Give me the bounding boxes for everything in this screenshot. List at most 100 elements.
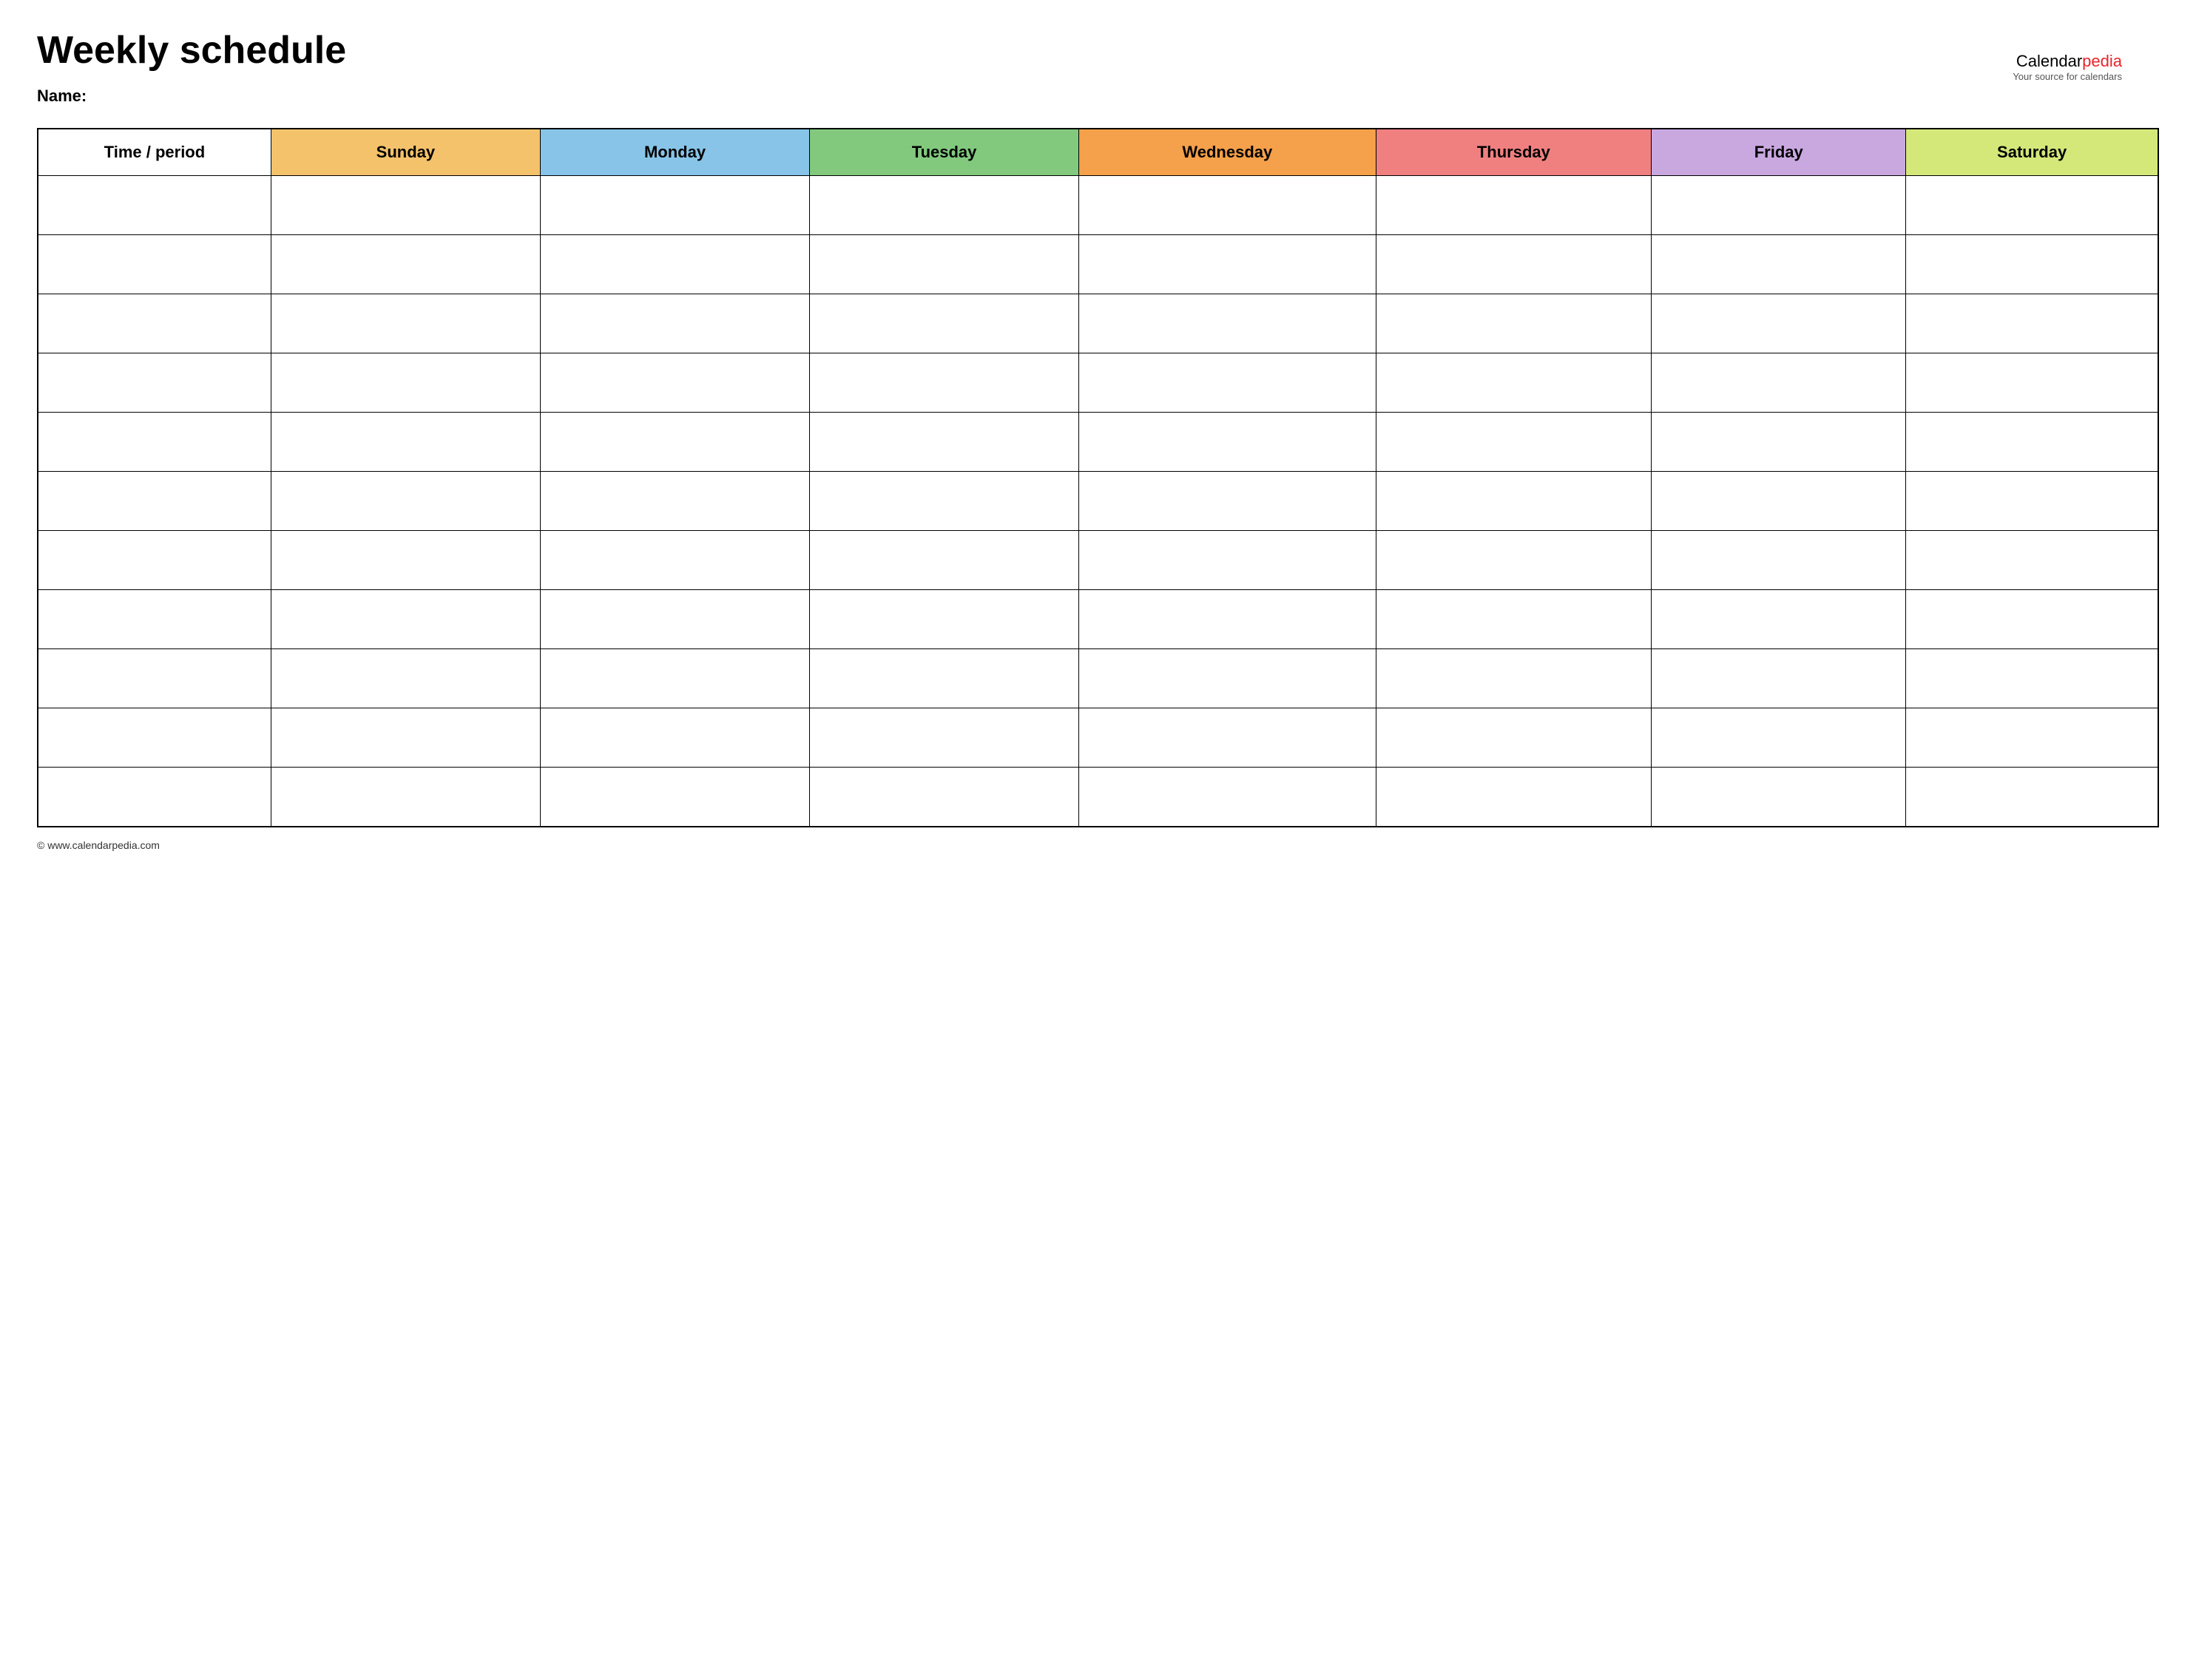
table-cell[interactable] (540, 353, 809, 413)
table-cell[interactable] (38, 294, 271, 353)
table-cell[interactable] (271, 472, 540, 531)
name-label: Name: (37, 87, 2159, 106)
table-cell[interactable] (38, 590, 271, 649)
table-cell[interactable] (540, 708, 809, 768)
table-cell[interactable] (810, 176, 1079, 235)
table-cell[interactable] (1906, 176, 2158, 235)
table-cell[interactable] (1652, 472, 1906, 531)
table-cell[interactable] (1906, 353, 2158, 413)
table-row (38, 590, 2158, 649)
table-cell[interactable] (540, 294, 809, 353)
table-cell[interactable] (1079, 531, 1376, 590)
table-cell[interactable] (38, 649, 271, 708)
table-cell[interactable] (1906, 235, 2158, 294)
table-cell[interactable] (810, 235, 1079, 294)
table-cell[interactable] (540, 472, 809, 531)
header-wednesday: Wednesday (1079, 129, 1376, 176)
table-cell[interactable] (1376, 353, 1652, 413)
footer-text: © www.calendarpedia.com (37, 839, 160, 851)
table-cell[interactable] (1079, 413, 1376, 472)
table-cell[interactable] (1376, 294, 1652, 353)
table-cell[interactable] (1376, 235, 1652, 294)
table-cell[interactable] (1652, 768, 1906, 827)
table-cell[interactable] (1079, 590, 1376, 649)
table-cell[interactable] (271, 176, 540, 235)
table-cell[interactable] (1079, 768, 1376, 827)
table-cell[interactable] (271, 294, 540, 353)
table-cell[interactable] (810, 353, 1079, 413)
table-cell[interactable] (1906, 768, 2158, 827)
table-cell[interactable] (1376, 768, 1652, 827)
table-cell[interactable] (1906, 649, 2158, 708)
table-cell[interactable] (1652, 294, 1906, 353)
table-cell[interactable] (1652, 649, 1906, 708)
header-thursday: Thursday (1376, 129, 1652, 176)
table-cell[interactable] (38, 413, 271, 472)
table-cell[interactable] (1376, 472, 1652, 531)
header-friday: Friday (1652, 129, 1906, 176)
table-cell[interactable] (810, 649, 1079, 708)
table-cell[interactable] (1079, 649, 1376, 708)
table-cell[interactable] (540, 768, 809, 827)
header-tuesday: Tuesday (810, 129, 1079, 176)
table-cell[interactable] (38, 708, 271, 768)
table-cell[interactable] (38, 472, 271, 531)
table-cell[interactable] (810, 708, 1079, 768)
table-cell[interactable] (1906, 708, 2158, 768)
table-cell[interactable] (38, 768, 271, 827)
table-cell[interactable] (1906, 294, 2158, 353)
table-cell[interactable] (810, 294, 1079, 353)
table-cell[interactable] (540, 649, 809, 708)
table-cell[interactable] (540, 413, 809, 472)
table-cell[interactable] (1906, 472, 2158, 531)
table-cell[interactable] (271, 413, 540, 472)
table-cell[interactable] (1376, 649, 1652, 708)
table-row (38, 649, 2158, 708)
table-cell[interactable] (1652, 413, 1906, 472)
header-saturday: Saturday (1906, 129, 2158, 176)
table-cell[interactable] (271, 768, 540, 827)
table-cell[interactable] (1376, 708, 1652, 768)
table-cell[interactable] (1652, 590, 1906, 649)
table-cell[interactable] (810, 590, 1079, 649)
table-cell[interactable] (810, 413, 1079, 472)
table-cell[interactable] (1079, 708, 1376, 768)
table-cell[interactable] (540, 590, 809, 649)
table-cell[interactable] (271, 649, 540, 708)
table-cell[interactable] (1079, 472, 1376, 531)
table-cell[interactable] (1079, 353, 1376, 413)
table-cell[interactable] (38, 353, 271, 413)
table-cell[interactable] (1652, 531, 1906, 590)
table-cell[interactable] (1652, 708, 1906, 768)
table-cell[interactable] (271, 353, 540, 413)
table-cell[interactable] (271, 590, 540, 649)
table-cell[interactable] (38, 235, 271, 294)
table-cell[interactable] (1906, 531, 2158, 590)
table-cell[interactable] (38, 176, 271, 235)
table-cell[interactable] (1376, 531, 1652, 590)
table-cell[interactable] (540, 176, 809, 235)
table-cell[interactable] (271, 708, 540, 768)
table-cell[interactable] (271, 235, 540, 294)
table-cell[interactable] (1079, 235, 1376, 294)
table-cell[interactable] (1376, 590, 1652, 649)
table-cell[interactable] (1652, 353, 1906, 413)
table-cell[interactable] (1376, 413, 1652, 472)
table-cell[interactable] (38, 531, 271, 590)
table-cell[interactable] (810, 768, 1079, 827)
table-cell[interactable] (1652, 176, 1906, 235)
table-row (38, 531, 2158, 590)
schedule-table: Time / period Sunday Monday Tuesday Wedn… (37, 128, 2159, 827)
table-cell[interactable] (1376, 176, 1652, 235)
table-cell[interactable] (1079, 176, 1376, 235)
table-cell[interactable] (1079, 294, 1376, 353)
table-cell[interactable] (1906, 590, 2158, 649)
table-cell[interactable] (1906, 413, 2158, 472)
table-cell[interactable] (271, 531, 540, 590)
header-monday: Monday (540, 129, 809, 176)
table-cell[interactable] (1652, 235, 1906, 294)
table-cell[interactable] (810, 472, 1079, 531)
table-cell[interactable] (810, 531, 1079, 590)
table-cell[interactable] (540, 235, 809, 294)
table-cell[interactable] (540, 531, 809, 590)
